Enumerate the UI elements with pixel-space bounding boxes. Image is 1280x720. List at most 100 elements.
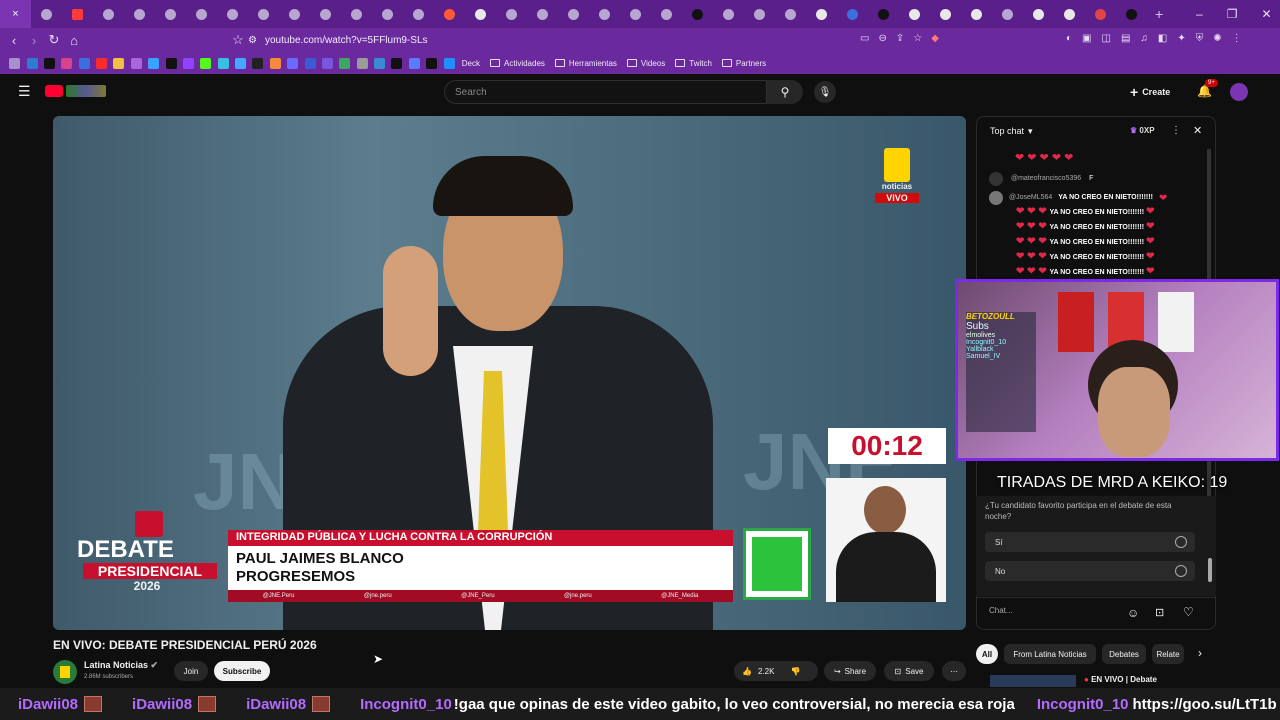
- x-icon[interactable]: [165, 57, 177, 69]
- tab[interactable]: [372, 0, 403, 28]
- extension-icon[interactable]: ✦: [1177, 33, 1185, 44]
- bookmark-favicon-icon[interactable]: [374, 57, 386, 69]
- tab[interactable]: [620, 0, 651, 28]
- tab[interactable]: [527, 0, 558, 28]
- bookmark-favicon-icon[interactable]: [321, 57, 333, 69]
- bookmark-folder-twitch[interactable]: Twitch: [675, 59, 712, 68]
- extension-icon[interactable]: ▤: [1121, 33, 1130, 44]
- create-button[interactable]: + Create: [1130, 81, 1170, 103]
- notifications-button[interactable]: 🔔 9+: [1197, 79, 1218, 98]
- forward-icon[interactable]: ›: [24, 33, 44, 48]
- channel-points[interactable]: ♛ 0XP: [1130, 126, 1155, 135]
- cast-icon[interactable]: ▭: [860, 33, 869, 44]
- chip-debates[interactable]: Debates: [1102, 644, 1146, 664]
- chat-input[interactable]: Chat...: [989, 606, 1129, 615]
- tab[interactable]: [31, 0, 62, 28]
- subscribe-button[interactable]: Subscribe: [214, 661, 270, 681]
- bookmark-favicon-icon[interactable]: [443, 57, 455, 69]
- heart-icon[interactable]: ♡: [1183, 605, 1194, 619]
- voice-search-button[interactable]: 🎙: [814, 81, 836, 103]
- extension-icon[interactable]: ▣: [1082, 33, 1091, 44]
- gift-icon[interactable]: ⊡: [1155, 606, 1164, 619]
- chat-username[interactable]: @JoseML564: [1009, 191, 1052, 205]
- extension-icon[interactable]: ◧: [1158, 33, 1167, 44]
- search-button[interactable]: ⚲: [767, 80, 803, 104]
- tab[interactable]: [186, 0, 217, 28]
- tab[interactable]: [1054, 0, 1085, 28]
- emoji-icon[interactable]: ☺: [1127, 606, 1139, 620]
- tab[interactable]: [930, 0, 961, 28]
- tab[interactable]: [682, 0, 713, 28]
- save-button[interactable]: ⊡ Save: [884, 661, 934, 681]
- instagram-icon[interactable]: [61, 57, 73, 69]
- tab[interactable]: [434, 0, 465, 28]
- recommended-title[interactable]: ● EN VIVO | Debate: [1084, 675, 1157, 684]
- tab[interactable]: [93, 0, 124, 28]
- apps-icon[interactable]: [9, 57, 21, 69]
- bookmark-folder-videos[interactable]: Videos: [626, 59, 665, 68]
- tab[interactable]: [62, 0, 93, 28]
- search-input[interactable]: Search: [444, 80, 767, 104]
- facebook-icon[interactable]: [78, 57, 90, 69]
- site-info-icon[interactable]: ⚙: [248, 35, 257, 46]
- chat-username[interactable]: @mateofrancisco5396: [1011, 172, 1081, 186]
- tab[interactable]: [899, 0, 930, 28]
- video-player[interactable]: JNE JNE noticias VIVO 00:12 INTEGRIDAD P…: [53, 116, 966, 630]
- youtube-logo[interactable]: [45, 85, 106, 97]
- tab[interactable]: [1085, 0, 1116, 28]
- bookmark-folder-herramientas[interactable]: Herramientas: [554, 59, 617, 68]
- menu-icon[interactable]: ⋮: [1232, 33, 1242, 44]
- maximize-icon[interactable]: ❐: [1227, 7, 1238, 21]
- bookmark-favicon-icon[interactable]: [287, 57, 299, 69]
- tab[interactable]: [279, 0, 310, 28]
- close-icon[interactable]: ×: [12, 8, 18, 20]
- tab[interactable]: [465, 0, 496, 28]
- tab[interactable]: [837, 0, 868, 28]
- bookmark-favicon-icon[interactable]: [356, 57, 368, 69]
- avatar[interactable]: [1230, 83, 1248, 101]
- tiktok-icon[interactable]: [43, 57, 55, 69]
- bookmark-favicon-icon[interactable]: [113, 57, 125, 69]
- reload-icon[interactable]: ↻: [44, 32, 64, 48]
- tab[interactable]: [558, 0, 589, 28]
- tab[interactable]: [496, 0, 527, 28]
- tab-active[interactable]: ×: [0, 0, 31, 28]
- zoom-icon[interactable]: ⊖: [878, 33, 886, 44]
- poll-scrollbar[interactable]: [1208, 558, 1212, 582]
- music-icon[interactable]: ♫: [1140, 33, 1148, 44]
- tab[interactable]: [248, 0, 279, 28]
- extension-icon[interactable]: ◐: [1066, 33, 1072, 44]
- bookmark-favicon-icon[interactable]: [235, 57, 247, 69]
- channel-avatar[interactable]: [53, 660, 77, 684]
- kick-icon[interactable]: [200, 57, 212, 69]
- tab[interactable]: [961, 0, 992, 28]
- more-actions-button[interactable]: ⋯: [942, 661, 966, 681]
- join-button[interactable]: Join: [174, 661, 208, 681]
- tab[interactable]: [744, 0, 775, 28]
- bookmark-icon[interactable]: ☆: [228, 32, 248, 48]
- bookmark-folder-partners[interactable]: Partners: [721, 59, 766, 68]
- tab[interactable]: [310, 0, 341, 28]
- tab[interactable]: [775, 0, 806, 28]
- bookmark-favicon-icon[interactable]: [252, 57, 264, 69]
- chip-related[interactable]: Relate: [1152, 644, 1184, 664]
- extension-icon[interactable]: ◆: [931, 33, 939, 44]
- bookmark-deck[interactable]: Deck: [462, 59, 480, 68]
- bookmark-favicon-icon[interactable]: [269, 57, 281, 69]
- extension-icon[interactable]: ✺: [1213, 33, 1221, 44]
- poll-option-no[interactable]: No: [985, 561, 1195, 581]
- bookmark-favicon-icon[interactable]: [408, 57, 420, 69]
- chevron-right-icon[interactable]: ›: [1198, 646, 1202, 660]
- share-icon[interactable]: ⇪: [896, 33, 904, 44]
- tab[interactable]: [403, 0, 434, 28]
- share-button[interactable]: ↪ Share: [824, 661, 876, 681]
- extension-icon[interactable]: ◫: [1102, 33, 1111, 44]
- thumbs-up-icon[interactable]: 👍: [742, 667, 752, 676]
- tab[interactable]: [651, 0, 682, 28]
- window-close-icon[interactable]: ✕: [1261, 7, 1271, 21]
- minimize-icon[interactable]: –: [1196, 7, 1203, 21]
- tab[interactable]: [341, 0, 372, 28]
- tab[interactable]: [1116, 0, 1147, 28]
- tab[interactable]: [1023, 0, 1054, 28]
- close-chat-icon[interactable]: ✕: [1193, 124, 1202, 137]
